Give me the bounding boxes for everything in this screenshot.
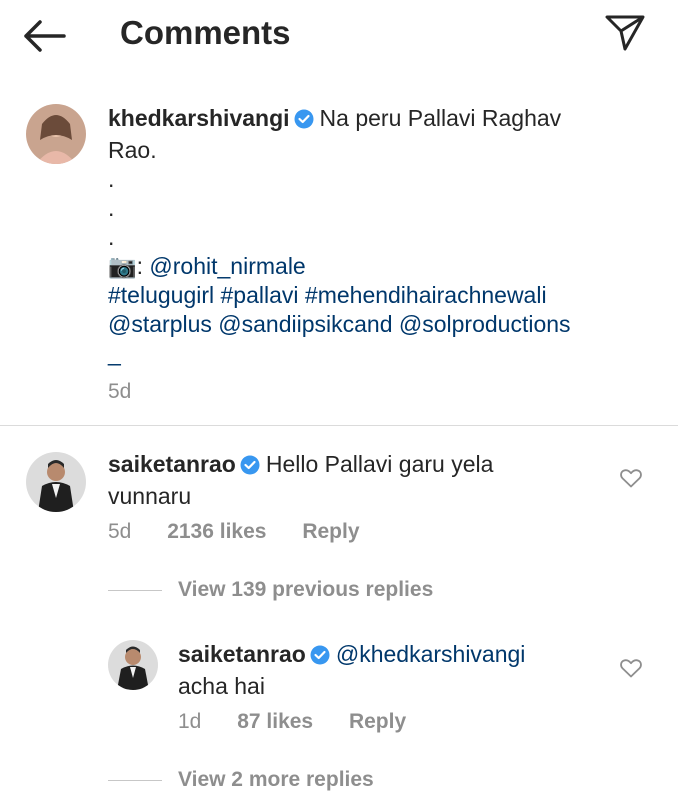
camera-emoji-icon: 📷: [108, 253, 137, 279]
reply-time: 1d: [178, 710, 202, 733]
reply-button[interactable]: Reply: [349, 710, 406, 733]
comment-meta: 5d 2136 likes Reply: [108, 520, 390, 544]
verified-badge-icon: [240, 453, 260, 482]
view-previous-replies[interactable]: View 139 previous replies: [108, 578, 433, 602]
view-more-replies-label[interactable]: View 2 more replies: [178, 768, 374, 792]
credit-mention-link[interactable]: @rohit_nirmale: [149, 253, 305, 279]
caption-username[interactable]: khedkarshivangi: [108, 105, 290, 131]
reply-button[interactable]: Reply: [302, 520, 359, 543]
comment-line2: vunnaru: [108, 483, 192, 509]
caption-hashtags[interactable]: #telugugirl #pallavi #mehendihairachnewa…: [108, 282, 547, 308]
caption-line1: Na peru Pallavi Raghav: [319, 105, 562, 131]
reply-text: saiketanrao @khedkarshivangi acha hai: [178, 640, 598, 701]
caption-dot: .: [108, 195, 115, 221]
verified-badge-icon: [310, 643, 330, 672]
credit-prefix: :: [136, 253, 150, 279]
direct-send-icon[interactable]: [604, 14, 646, 52]
divider: [0, 425, 678, 426]
comment-avatar[interactable]: [26, 452, 86, 512]
reply-mention-link[interactable]: @khedkarshivangi: [336, 641, 526, 667]
page-title: Comments: [120, 14, 291, 51]
caption-line2: Rao.: [108, 137, 157, 163]
comment-time: 5d: [108, 520, 132, 543]
caption-trailing: _: [108, 340, 121, 366]
header-bar: Comments: [0, 0, 678, 72]
reply-likes[interactable]: 87 likes: [237, 710, 313, 733]
view-more-replies[interactable]: View 2 more replies: [108, 768, 374, 792]
comment-line1: Hello Pallavi garu yela: [265, 451, 494, 477]
reply-username[interactable]: saiketanrao: [178, 641, 306, 667]
replies-line: [108, 779, 162, 781]
caption-time: 5d: [108, 380, 132, 403]
verified-badge-icon: [294, 107, 314, 136]
back-arrow-icon[interactable]: [22, 18, 68, 54]
replies-line: [108, 589, 162, 591]
comment-username[interactable]: saiketanrao: [108, 451, 236, 477]
reply-avatar[interactable]: [108, 640, 158, 690]
view-previous-replies-label[interactable]: View 139 previous replies: [178, 578, 433, 602]
caption-avatar[interactable]: [26, 104, 86, 164]
like-heart-icon[interactable]: [619, 656, 643, 680]
like-heart-icon[interactable]: [619, 466, 643, 490]
reply-line2: acha hai: [178, 673, 265, 699]
caption-text: khedkarshivangi Na peru Pallavi Raghav Ra…: [108, 104, 628, 368]
comment-likes[interactable]: 2136 likes: [167, 520, 266, 543]
reply-meta: 1d 87 likes Reply: [178, 710, 436, 734]
caption-mentions[interactable]: @starplus @sandiipsikcand @solproduction…: [108, 311, 571, 337]
caption-dot: .: [108, 224, 115, 250]
caption-dot: .: [108, 166, 115, 192]
comment-text: saiketanrao Hello Pallavi garu yela vunna…: [108, 450, 588, 511]
